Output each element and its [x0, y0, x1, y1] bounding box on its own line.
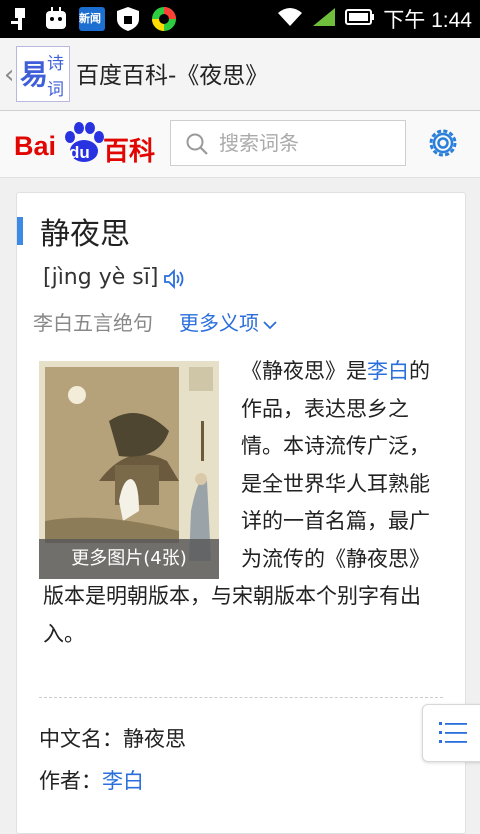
info-row-chinese-name: 中文名：静夜思 [39, 723, 186, 753]
security-shield-icon [114, 5, 142, 33]
speaker-icon[interactable] [162, 267, 188, 291]
news-app-icon: 新闻 [78, 5, 106, 33]
back-chevron-icon[interactable]: ‹ [4, 60, 14, 90]
app-logo[interactable]: 易 诗 词 [16, 46, 70, 102]
signal-icon [311, 6, 337, 32]
search-box[interactable] [170, 120, 406, 166]
entry-title: 静夜思 [40, 217, 130, 252]
poem-illustration[interactable]: 更多图片(4张) [39, 361, 219, 579]
entry-card: 静夜思 [jìng yè sī] 李白五言绝句 更多义项 《静夜思》是李白的作品… [16, 192, 466, 834]
search-icon[interactable] [185, 132, 209, 156]
toc-button[interactable] [422, 704, 480, 762]
chevron-down-icon [263, 320, 277, 329]
usb-icon [6, 5, 34, 33]
gear-icon[interactable] [426, 126, 460, 160]
pinyin: [jìng yè sī] [43, 265, 159, 290]
info-value: 静夜思 [123, 727, 186, 751]
sync-app-icon [150, 5, 178, 33]
list-icon [439, 722, 467, 743]
baidu-header: Bai du 百科 [0, 111, 480, 178]
info-author-link[interactable]: 李白 [102, 769, 144, 793]
baidu-baike-logo[interactable]: Bai du 百科 [14, 121, 156, 167]
status-time: 下午 1:44 [383, 9, 472, 32]
author-link[interactable]: 李白 [367, 359, 409, 383]
info-label: 中文名： [39, 727, 123, 751]
entry-subtitle: 李白五言绝句 [33, 311, 153, 335]
app-title: 百度百科-《夜思》 [76, 63, 269, 89]
title-accent-bar [17, 217, 23, 245]
battery-icon [345, 7, 375, 31]
info-label: 作者： [39, 769, 102, 793]
status-bar: 新闻 下午 1:44 [0, 0, 480, 38]
android-robot-icon [42, 5, 70, 33]
info-row-author: 作者：李白 [39, 765, 144, 795]
app-title-bar: ‹ 易 诗 词 百度百科-《夜思》 [0, 38, 480, 111]
wifi-icon [277, 6, 303, 32]
search-input[interactable] [217, 130, 401, 156]
more-images-button[interactable]: 更多图片(4张) [39, 539, 219, 579]
more-meanings-link[interactable]: 更多义项 [179, 307, 277, 336]
more-meanings-label: 更多义项 [179, 311, 259, 335]
section-divider [39, 697, 443, 698]
